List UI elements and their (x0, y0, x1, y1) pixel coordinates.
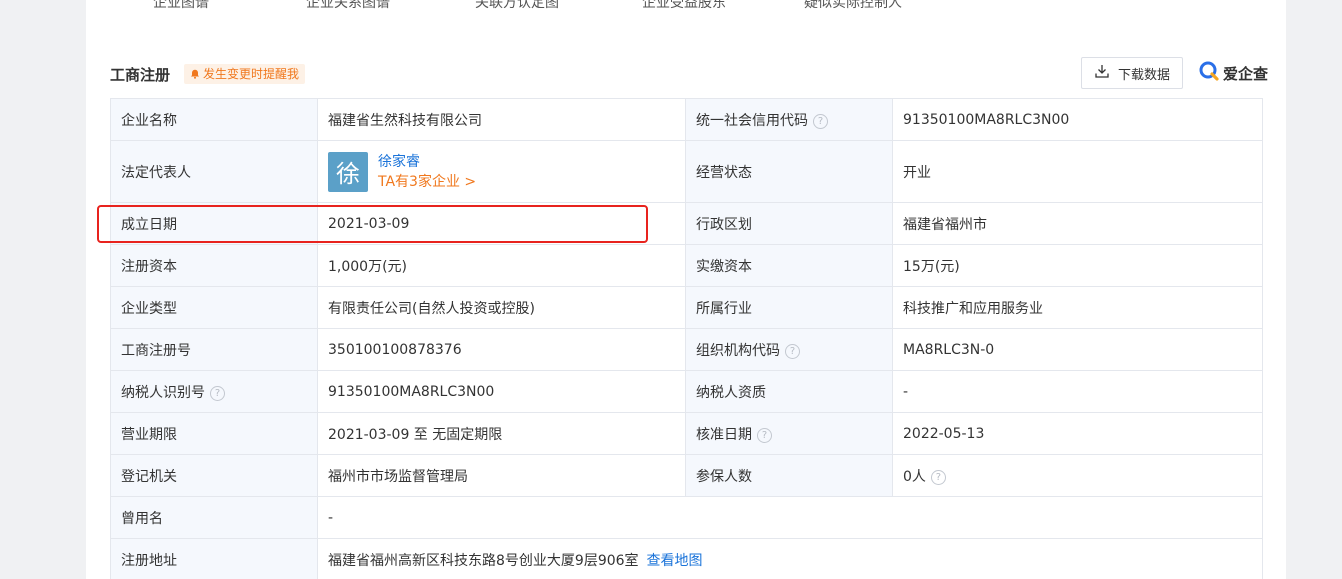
field-label: 参保人数 (685, 454, 893, 497)
field-label: 企业类型 (110, 286, 318, 329)
table-row: 曾用名 - (110, 496, 1263, 539)
aiqicha-logo: 爱企查 (1198, 60, 1268, 86)
field-label: 所属行业 (685, 286, 893, 329)
field-label-text: 组织机构代码 (696, 342, 780, 359)
legal-rep-info: 徐家睿 TA有3家企业 > (378, 152, 476, 192)
insured-count-cell: 0人? (892, 454, 1263, 497)
operating-status-value: 开业 (892, 140, 1263, 203)
address-value: 福建省福州高新区科技东路8号创业大厦9层906室 (328, 552, 639, 569)
company-type-value: 有限责任公司(自然人投资或控股) (317, 286, 686, 329)
field-label: 核准日期? (685, 412, 893, 455)
field-label: 法定代表人 (110, 140, 318, 203)
region-value: 福建省福州市 (892, 202, 1263, 245)
legal-rep-name-link[interactable]: 徐家睿 (378, 152, 476, 172)
field-label: 纳税人资质 (685, 370, 893, 413)
business-term-value: 2021-03-09 至 无固定期限 (317, 412, 686, 455)
legal-rep-companies-link[interactable]: TA有3家企业 > (378, 172, 476, 192)
paid-in-capital-value: 15万(元) (892, 244, 1263, 287)
taxpayer-id-value: 91350100MA8RLC3N00 (317, 370, 686, 413)
registered-capital-value: 1,000万(元) (317, 244, 686, 287)
registration-authority-value: 福州市市场监督管理局 (317, 454, 686, 497)
field-label-text: 核准日期 (696, 426, 752, 443)
former-name-value: - (317, 496, 1263, 539)
help-icon[interactable]: ? (210, 385, 225, 401)
approval-date-value: 2022-05-13 (892, 412, 1263, 455)
tab-beneficial-shareholders[interactable]: 企业受益股东 (642, 0, 726, 12)
established-date-value: 2021-03-09 (317, 202, 686, 245)
field-label: 营业期限 (110, 412, 318, 455)
table-row: 注册资本 1,000万(元) 实缴资本 15万(元) (110, 244, 1263, 287)
table-row: 成立日期 2021-03-09 行政区划 福建省福州市 (110, 202, 1263, 245)
brand-text: 爱企查 (1223, 64, 1269, 83)
field-label: 注册地址 (110, 538, 318, 579)
legal-rep: 徐 徐家睿 TA有3家企业 > (328, 151, 675, 192)
field-label: 实缴资本 (685, 244, 893, 287)
help-icon[interactable]: ? (757, 427, 772, 443)
bell-icon (190, 69, 200, 79)
avatar[interactable]: 徐 (328, 151, 368, 192)
field-label: 注册资本 (110, 244, 318, 287)
registration-table: 企业名称 福建省生然科技有限公司 统一社会信用代码? 91350100MA8RL… (110, 98, 1263, 579)
download-icon (1094, 63, 1110, 83)
field-label: 企业名称 (110, 98, 318, 141)
org-code-value: MA8RLC3N-0 (892, 328, 1263, 371)
change-remind-badge[interactable]: 发生变更时提醒我 (184, 64, 306, 84)
remind-label: 发生变更时提醒我 (203, 67, 300, 81)
table-row: 纳税人识别号? 91350100MA8RLC3N00 纳税人资质 - (110, 370, 1263, 413)
help-icon[interactable]: ? (930, 469, 946, 485)
legal-rep-cell: 徐 徐家睿 TA有3家企业 > (317, 140, 686, 203)
table-row: 注册地址 福建省福州高新区科技东路8号创业大厦9层906室 查看地图 (110, 538, 1263, 579)
section-title: 工商注册 (110, 66, 171, 84)
aiqicha-logo-icon (1198, 60, 1220, 86)
tab-actual-controller[interactable]: 疑似实际控制人 (804, 0, 902, 12)
field-label: 曾用名 (110, 496, 318, 539)
field-label-text: 统一社会信用代码 (696, 112, 808, 129)
tab-relation-graph[interactable]: 企业关系图谱 (306, 0, 390, 12)
insured-count-value: 0人 (903, 468, 926, 485)
help-icon[interactable]: ? (785, 343, 800, 359)
table-row: 登记机关 福州市市场监督管理局 参保人数 0人? (110, 454, 1263, 497)
field-label: 工商注册号 (110, 328, 318, 371)
download-label: 下载数据 (1117, 67, 1170, 83)
top-tabs: 企业图谱 企业关系图谱 关联方认定图 企业受益股东 疑似实际控制人 (86, 0, 1286, 12)
field-label: 经营状态 (685, 140, 893, 203)
field-label-text: 纳税人识别号 (121, 384, 205, 401)
field-label: 行政区划 (685, 202, 893, 245)
table-row: 企业类型 有限责任公司(自然人投资或控股) 所属行业 科技推广和应用服务业 (110, 286, 1263, 329)
field-label: 登记机关 (110, 454, 318, 497)
table-row: 企业名称 福建省生然科技有限公司 统一社会信用代码? 91350100MA8RL… (110, 98, 1263, 141)
download-data-button[interactable]: 下载数据 (1081, 57, 1183, 89)
view-map-link[interactable]: 查看地图 (647, 553, 703, 569)
credit-code-value: 91350100MA8RLC3N00 (892, 98, 1263, 141)
tab-enterprise-graph[interactable]: 企业图谱 (153, 0, 209, 12)
tab-related-party-graph[interactable]: 关联方认定图 (475, 0, 559, 12)
field-label: 组织机构代码? (685, 328, 893, 371)
industry-value: 科技推广和应用服务业 (892, 286, 1263, 329)
taxpayer-qualification-value: - (892, 370, 1263, 413)
field-label: 成立日期 (110, 202, 318, 245)
address-cell: 福建省福州高新区科技东路8号创业大厦9层906室 查看地图 (317, 538, 1263, 579)
registration-number-value: 350100100878376 (317, 328, 686, 371)
field-label: 纳税人识别号? (110, 370, 318, 413)
help-icon[interactable]: ? (813, 113, 828, 129)
table-row: 法定代表人 徐 徐家睿 TA有3家企业 > 经营状态 开业 (110, 140, 1263, 203)
main-card: 企业图谱 企业关系图谱 关联方认定图 企业受益股东 疑似实际控制人 工商注册 发… (86, 0, 1286, 579)
field-label: 统一社会信用代码? (685, 98, 893, 141)
table-row: 营业期限 2021-03-09 至 无固定期限 核准日期? 2022-05-13 (110, 412, 1263, 455)
table-row: 工商注册号 350100100878376 组织机构代码? MA8RLC3N-0 (110, 328, 1263, 371)
company-name-value: 福建省生然科技有限公司 (317, 98, 686, 141)
